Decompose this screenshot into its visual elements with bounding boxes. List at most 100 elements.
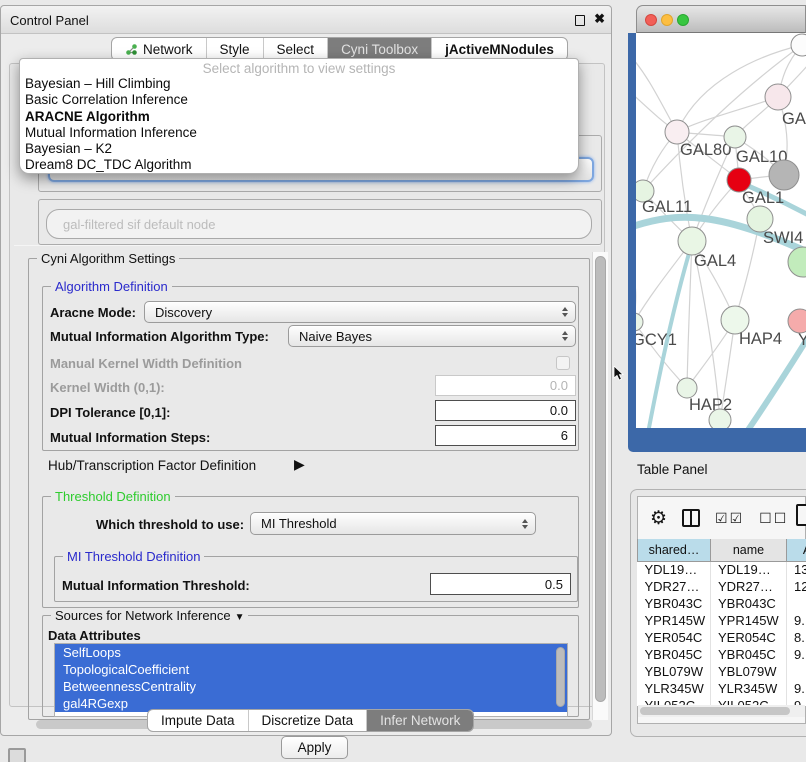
table-cell[interactable]: YPR145W — [638, 612, 711, 629]
network-node-hap2[interactable] — [677, 378, 697, 398]
kernel-width-field[interactable]: 0.0 — [435, 375, 576, 396]
table-cell[interactable]: 8. — [787, 629, 806, 646]
data-table-combo-value: gal-filtered sif default node — [63, 217, 215, 232]
control-panel-titlebar[interactable]: Control Panel ✖ — [1, 6, 611, 34]
network-window-titlebar[interactable] — [636, 5, 806, 33]
table-cell[interactable]: 13 — [787, 561, 806, 578]
column-header-shared[interactable]: shared… — [638, 539, 711, 561]
tab-select[interactable]: Select — [263, 38, 328, 60]
table-cell[interactable]: 9. — [787, 680, 806, 697]
algorithm-option-bayesian-hill-climbing[interactable]: Bayesian – Hill Climbing — [20, 76, 578, 92]
table-row[interactable]: YLR345WYLR345W9. — [638, 680, 806, 697]
table-cell[interactable]: YBR045C — [638, 646, 711, 663]
table-cell[interactable]: YBL079W — [711, 663, 787, 680]
dpi-tolerance-field[interactable]: 0.0 — [435, 400, 576, 421]
node-label: HAP4 — [739, 330, 782, 348]
network-node-gal10[interactable] — [724, 126, 746, 148]
network-node-y[interactable] — [788, 309, 806, 333]
tab-cyni-toolbox[interactable]: Cyni Toolbox — [327, 38, 431, 60]
deselect-all-checkboxes-icon[interactable]: ☐☐ — [759, 510, 788, 527]
table-cell[interactable]: YDL19… — [638, 561, 711, 578]
network-canvas[interactable]: GALGAL80GAL10GAL1GAL11SWI4GAL4GCY1HAP4YH… — [636, 33, 806, 428]
table-cell[interactable]: YBR043C — [711, 595, 787, 612]
tab-label: Discretize Data — [262, 713, 354, 728]
bottom-tab-impute-data[interactable]: Impute Data — [148, 710, 248, 731]
network-node-gcy1[interactable] — [636, 313, 643, 331]
table-row[interactable]: YDR27…YDR27…12 — [638, 578, 806, 595]
column-header-a[interactable]: A — [787, 539, 806, 561]
table-row[interactable]: YBR045CYBR045C9. — [638, 646, 806, 663]
data-attributes-list[interactable]: SelfLoopsTopologicalCoefficientBetweenne… — [54, 643, 568, 717]
mi-threshold-field[interactable]: 0.5 — [430, 573, 571, 595]
table-cell[interactable]: YBR045C — [711, 646, 787, 663]
algorithm-option-dream8-dc-tdc-algorithm[interactable]: Dream8 DC_TDC Algorithm — [20, 157, 578, 173]
select-all-checkboxes-icon[interactable]: ☑☑ — [715, 510, 744, 527]
tab-label: Network — [143, 42, 193, 57]
manual-kernel-checkbox[interactable] — [556, 356, 570, 370]
table-row[interactable]: YPR145WYPR145W9. — [638, 612, 806, 629]
algorithm-option-mutual-information-inference[interactable]: Mutual Information Inference — [20, 125, 578, 141]
table-cell[interactable]: YER054C — [638, 629, 711, 646]
attribute-topologicalcoefficient[interactable]: TopologicalCoefficient — [55, 661, 567, 678]
table-cell[interactable]: YDL19… — [711, 561, 787, 578]
table-horizontal-scrollbar[interactable] — [638, 705, 805, 717]
stepper-arrows-icon — [562, 331, 568, 341]
table-cell[interactable]: YLR345W — [638, 680, 711, 697]
node-label: GAL1 — [742, 189, 784, 207]
attribute-betweennesscentrality[interactable]: BetweennessCentrality — [55, 678, 567, 695]
which-threshold-combo[interactable]: MI Threshold — [250, 512, 536, 535]
column-header-name[interactable]: name — [711, 539, 787, 561]
mi-steps-field[interactable]: 6 — [435, 425, 576, 446]
apply-button[interactable]: Apply — [281, 736, 348, 759]
corner-widget-icon[interactable] — [8, 748, 26, 762]
network-node[interactable] — [709, 409, 731, 428]
tab-jactivemnodules[interactable]: jActiveMNodules — [431, 38, 567, 60]
table-cell[interactable] — [787, 595, 806, 612]
close-icon[interactable]: ✖ — [594, 11, 605, 27]
table-cell[interactable]: YDR27… — [638, 578, 711, 595]
algorithm-option-basic-correlation-inference[interactable]: Basic Correlation Inference — [20, 92, 578, 108]
table-cell[interactable]: YLR345W — [711, 680, 787, 697]
table-cell[interactable]: YBL079W — [638, 663, 711, 680]
table-row[interactable]: YER054CYER054C8. — [638, 629, 806, 646]
bottom-tab-discretize-data[interactable]: Discretize Data — [248, 710, 367, 731]
algorithm-option-bayesian-k2[interactable]: Bayesian – K2 — [20, 141, 578, 157]
network-node[interactable] — [788, 247, 806, 277]
network-node-gal[interactable] — [765, 84, 791, 110]
table-cell[interactable]: YDR27… — [711, 578, 787, 595]
attribute-selfloops[interactable]: SelfLoops — [55, 644, 567, 661]
hub-expand-arrow-icon[interactable]: ▶ — [294, 456, 305, 473]
table-cell[interactable]: YPR145W — [711, 612, 787, 629]
minimize-traffic-light-icon[interactable] — [661, 14, 673, 26]
bottom-tab-infer-network[interactable]: Infer Network — [366, 710, 473, 731]
network-node-gal4[interactable] — [678, 227, 706, 255]
table-cell[interactable]: 12 — [787, 578, 806, 595]
table-cell[interactable]: YBR043C — [638, 595, 711, 612]
algorithm-option-aracne-algorithm[interactable]: ARACNE Algorithm — [20, 109, 578, 125]
table-cell[interactable]: 9. — [787, 646, 806, 663]
tab-style[interactable]: Style — [206, 38, 263, 60]
float-window-icon[interactable] — [575, 15, 585, 26]
network-node[interactable] — [791, 34, 806, 56]
tab-network[interactable]: Network — [112, 38, 206, 60]
columns-icon[interactable] — [682, 509, 700, 527]
attributes-list-scrollbar[interactable] — [556, 647, 565, 707]
kernel-width-label: Kernel Width (0,1): — [50, 380, 165, 395]
sources-collapse-arrow-icon[interactable]: ▼ — [235, 612, 245, 623]
table-row[interactable]: YBR043CYBR043C — [638, 595, 806, 612]
table-cell[interactable]: YER054C — [711, 629, 787, 646]
aracne-mode-combo[interactable]: Discovery — [144, 301, 576, 323]
close-traffic-light-icon[interactable] — [645, 14, 657, 26]
zoom-traffic-light-icon[interactable] — [677, 14, 689, 26]
mi-type-combo[interactable]: Naive Bayes — [288, 325, 576, 347]
tab-label: Select — [277, 42, 315, 57]
document-icon[interactable] — [796, 504, 806, 526]
data-table-combo[interactable]: gal-filtered sif default node — [46, 209, 592, 239]
table-cell[interactable]: 9. — [787, 612, 806, 629]
network-node[interactable] — [769, 160, 799, 190]
table-cell[interactable] — [787, 663, 806, 680]
table-row[interactable]: YBL079WYBL079W — [638, 663, 806, 680]
table-row[interactable]: YDL19…YDL19…13 — [638, 561, 806, 578]
gear-icon[interactable]: ⚙ — [650, 509, 667, 528]
settings-vertical-scrollbar[interactable] — [592, 252, 608, 720]
